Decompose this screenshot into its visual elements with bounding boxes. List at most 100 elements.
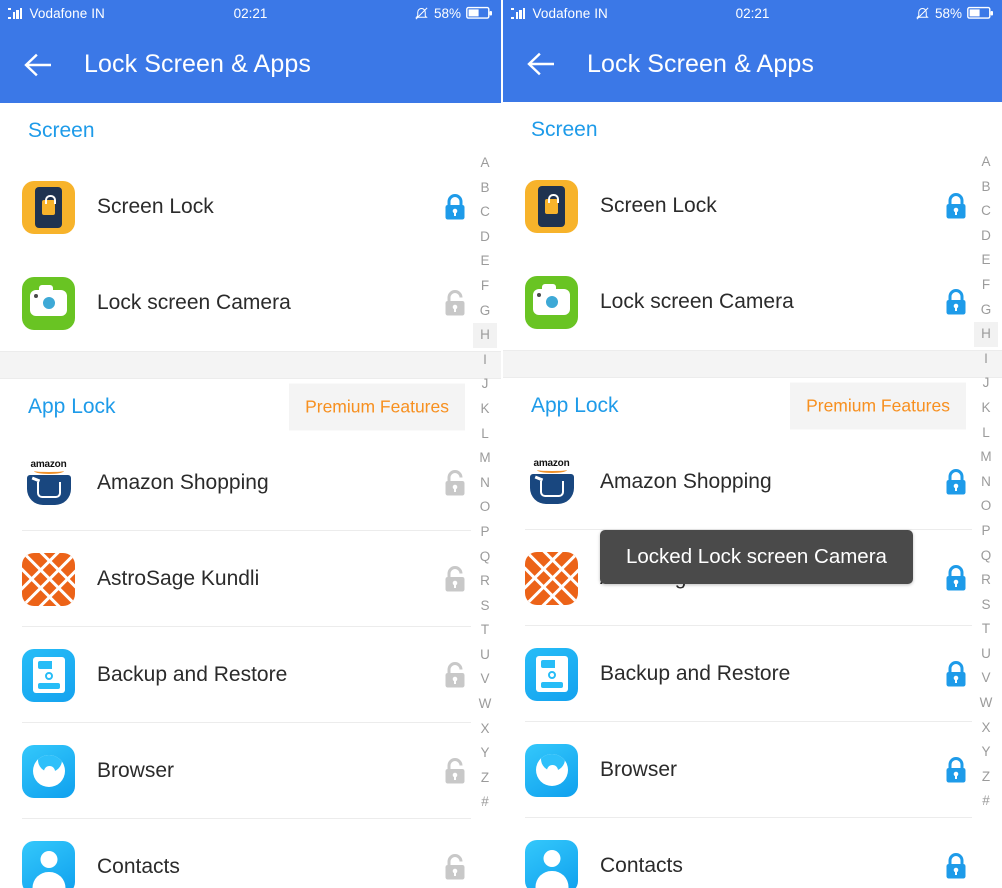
alpha-index-letter[interactable]: F <box>481 274 489 299</box>
alpha-index-letter[interactable]: S <box>981 593 990 618</box>
lock-toggle-locked[interactable] <box>940 561 972 595</box>
alpha-index-letter[interactable]: D <box>480 225 490 250</box>
alpha-index-letter[interactable]: V <box>480 667 489 692</box>
list-item-browser[interactable]: Browser <box>503 722 1002 818</box>
alpha-index-letter[interactable]: K <box>981 396 990 421</box>
alpha-index-letter[interactable]: I <box>984 347 988 372</box>
alpha-index-letter[interactable]: L <box>481 422 489 447</box>
lock-toggle-locked[interactable] <box>940 657 972 691</box>
screen-lock-icon <box>525 179 578 233</box>
alpha-index-letter[interactable]: R <box>480 569 490 594</box>
alpha-index-letter[interactable]: P <box>480 520 489 545</box>
alphabet-index-scrollbar[interactable]: A B C D E F G H I J K L M N O P Q R S T U V W X Y Z # <box>974 150 998 814</box>
back-button[interactable] <box>22 48 56 82</box>
list-item-amazon-shopping[interactable]: amazon Amazon Shopping <box>503 434 1002 530</box>
alpha-index-letter[interactable]: M <box>980 445 991 470</box>
back-arrow-icon <box>24 53 51 76</box>
alpha-index-letter[interactable]: B <box>981 175 990 200</box>
amazon-icon: amazon <box>525 455 578 509</box>
list-item-lock-screen-camera[interactable]: Lock screen Camera <box>0 255 501 351</box>
list-item-backup-and-restore[interactable]: Backup and Restore <box>503 626 1002 722</box>
status-bar-left: Vodafone IN <box>511 6 608 21</box>
alpha-index-letter[interactable]: G <box>480 299 491 324</box>
list-item-screen-lock[interactable]: Screen Lock <box>503 158 1002 254</box>
alpha-index-letter[interactable]: O <box>480 495 491 520</box>
alpha-index-letter[interactable]: W <box>980 691 993 716</box>
lock-toggle-locked[interactable] <box>940 849 972 883</box>
lock-toggle-unlocked[interactable] <box>439 850 471 884</box>
alpha-index-letter[interactable]: G <box>981 298 992 323</box>
lock-toggle-locked[interactable] <box>439 190 471 224</box>
alphabet-index-scrollbar[interactable]: A B C D E F G H I J K L M N O P Q R S T U V W X Y Z # <box>473 151 497 815</box>
alpha-index-letter[interactable]: W <box>479 692 492 717</box>
alpha-index-letter[interactable]: A <box>480 151 489 176</box>
alpha-index-letter[interactable]: R <box>981 568 991 593</box>
lock-toggle-unlocked[interactable] <box>439 466 471 500</box>
list-item-backup-and-restore[interactable]: Backup and Restore <box>0 627 501 723</box>
lock-toggle-unlocked[interactable] <box>439 658 471 692</box>
alpha-index-letter[interactable]: E <box>981 248 990 273</box>
alpha-index-letter[interactable]: Z <box>982 765 990 790</box>
alpha-index-letter[interactable]: Q <box>981 544 992 569</box>
alpha-index-letter[interactable]: X <box>480 717 489 742</box>
alpha-index-letter[interactable]: X <box>981 716 990 741</box>
alpha-index-letter[interactable]: # <box>481 790 489 815</box>
alpha-index-letter[interactable]: F <box>982 273 990 298</box>
alpha-index-letter[interactable]: K <box>480 397 489 422</box>
lock-toggle-locked[interactable] <box>940 189 972 223</box>
dual-screenshot-comparison: Vodafone IN 02:21 58% Lock Screen & Apps… <box>0 0 1002 888</box>
premium-features-button[interactable]: Premium Features <box>790 382 966 430</box>
alpha-index-letter[interactable]: L <box>982 421 990 446</box>
lock-toggle-locked[interactable] <box>940 753 972 787</box>
list-item-contacts[interactable]: Contacts <box>0 819 501 888</box>
page-title: Lock Screen & Apps <box>84 50 311 78</box>
alpha-index-letter[interactable]: C <box>981 199 991 224</box>
alpha-index-letter[interactable]: A <box>981 150 990 175</box>
lock-toggle-unlocked[interactable] <box>439 562 471 596</box>
alpha-index-letter[interactable]: J <box>482 372 489 397</box>
lock-closed-icon <box>946 660 966 686</box>
alpha-index-letter[interactable]: B <box>480 176 489 201</box>
lock-closed-icon <box>946 192 966 218</box>
lock-closed-icon <box>946 468 966 494</box>
alpha-index-letter[interactable]: P <box>981 519 990 544</box>
list-item-astrosage-kundli[interactable]: AstroSage Kundli <box>0 531 501 627</box>
list-item-label: Lock screen Camera <box>600 290 794 313</box>
alpha-index-letter[interactable]: J <box>983 371 990 396</box>
alpha-index-letter[interactable]: H <box>974 322 998 347</box>
back-button[interactable] <box>525 47 559 81</box>
alpha-index-letter[interactable]: # <box>982 789 990 814</box>
lock-toggle-unlocked[interactable] <box>439 754 471 788</box>
alpha-index-letter[interactable]: S <box>480 594 489 619</box>
alpha-index-letter[interactable]: U <box>981 642 991 667</box>
lock-toggle-locked[interactable] <box>940 285 972 319</box>
list-item-screen-lock[interactable]: Screen Lock <box>0 159 501 255</box>
premium-features-button[interactable]: Premium Features <box>289 383 465 431</box>
alpha-index-letter[interactable]: N <box>981 470 991 495</box>
list-item-lock-screen-camera[interactable]: Lock screen Camera <box>503 254 1002 350</box>
lock-open-icon <box>445 289 465 315</box>
section-title-app-lock: App Lock <box>28 395 116 418</box>
alpha-index-letter[interactable]: N <box>480 471 490 496</box>
alpha-index-letter[interactable]: M <box>479 446 490 471</box>
alpha-index-letter[interactable]: Z <box>481 766 489 791</box>
alpha-index-letter[interactable]: V <box>981 666 990 691</box>
alpha-index-letter[interactable]: Y <box>480 741 489 766</box>
section-divider-band <box>0 351 501 379</box>
alpha-index-letter[interactable]: O <box>981 494 992 519</box>
list-item-browser[interactable]: Browser <box>0 723 501 819</box>
alpha-index-letter[interactable]: I <box>483 348 487 373</box>
alpha-index-letter[interactable]: T <box>982 617 990 642</box>
alpha-index-letter[interactable]: C <box>480 200 490 225</box>
alpha-index-letter[interactable]: D <box>981 224 991 249</box>
alpha-index-letter[interactable]: Y <box>981 740 990 765</box>
alpha-index-letter[interactable]: T <box>481 618 489 643</box>
alpha-index-letter[interactable]: E <box>480 249 489 274</box>
alpha-index-letter[interactable]: Q <box>480 545 491 570</box>
lock-toggle-unlocked[interactable] <box>439 286 471 320</box>
alpha-index-letter[interactable]: U <box>480 643 490 668</box>
list-item-contacts[interactable]: Contacts <box>503 818 1002 888</box>
alpha-index-letter[interactable]: H <box>473 323 497 348</box>
list-item-amazon-shopping[interactable]: amazon Amazon Shopping <box>0 435 501 531</box>
lock-toggle-locked[interactable] <box>940 465 972 499</box>
